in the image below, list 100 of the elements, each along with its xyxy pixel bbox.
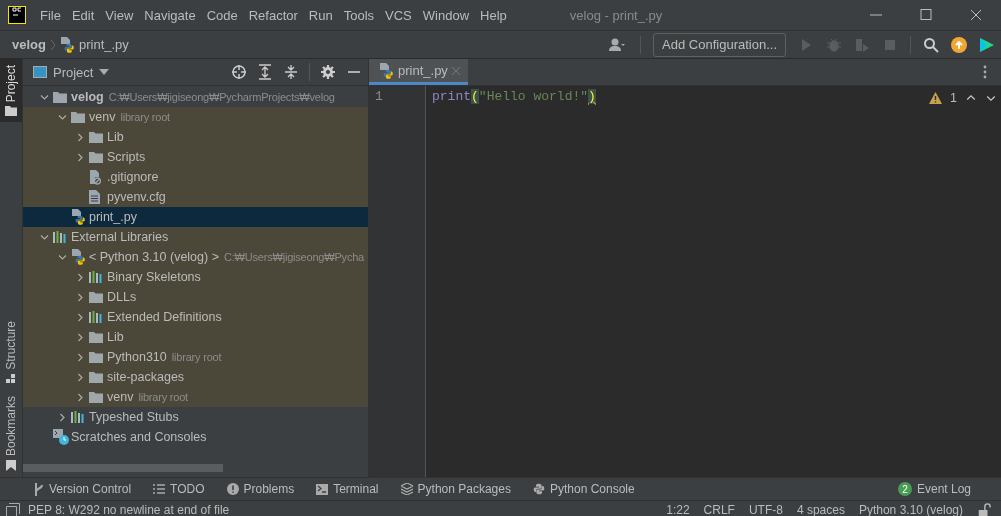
tree-item[interactable]: pyvenv.cfg [23, 187, 368, 207]
chevron-icon[interactable] [75, 392, 85, 402]
menu-item[interactable]: Navigate [140, 7, 200, 23]
chevron-icon[interactable] [57, 412, 67, 422]
warning-count[interactable]: 1 [950, 91, 957, 105]
tree-item[interactable]: < Python 3.10 (velog) > C:₩Users₩jigiseong₩Pycha [23, 247, 368, 267]
structure-icon [6, 373, 16, 384]
ignored-file-icon [89, 169, 101, 185]
chevron-icon[interactable] [39, 232, 49, 242]
tree-item[interactable]: External Libraries [23, 227, 368, 247]
collapse-all-icon[interactable] [283, 64, 299, 80]
item-label: Lib [107, 130, 124, 144]
warning-icon[interactable] [929, 92, 943, 104]
chevron-icon[interactable] [57, 252, 67, 262]
tree-item[interactable]: print_.py [23, 207, 368, 227]
menu-item[interactable]: Window [418, 7, 474, 23]
item-label: pyvenv.cfg [107, 190, 166, 204]
panel-toggle-icon[interactable] [6, 503, 20, 516]
panel-title[interactable]: Project [53, 64, 94, 80]
tool-window-button[interactable]: Python Packages [400, 482, 511, 496]
folder-icon [89, 151, 103, 163]
breadcrumb-separator-icon [49, 38, 56, 51]
status-item[interactable]: Python 3.10 (velog) [858, 503, 963, 516]
menu-item[interactable]: File [36, 7, 65, 23]
dropdown-caret-icon[interactable] [99, 69, 110, 75]
status-item[interactable]: UTF-8 [748, 503, 783, 516]
status-item[interactable]: CRLF [703, 503, 735, 516]
tree-item[interactable]: .gitignore [23, 167, 368, 187]
menu-item[interactable]: Edit [67, 7, 99, 23]
tree-item[interactable]: Binary Skeletons [23, 267, 368, 287]
layers-icon [400, 483, 413, 495]
tool-window-button[interactable]: Problems [226, 482, 295, 496]
tree-item[interactable]: Scratches and Consoles [23, 427, 368, 447]
item-label: Scripts [107, 150, 146, 164]
side-tab[interactable]: Bookmarks [0, 389, 22, 477]
add-configuration-button[interactable]: Add Configuration... [653, 32, 786, 57]
folder-icon [89, 371, 103, 383]
update-icon[interactable] [951, 36, 967, 53]
breadcrumb-item[interactable]: velog [12, 37, 46, 52]
chevron-icon[interactable] [75, 292, 85, 302]
search-icon[interactable] [923, 36, 939, 53]
status-item[interactable]: 1:22 [666, 503, 690, 516]
close-icon[interactable] [968, 7, 984, 23]
tool-window-button[interactable]: Version Control [34, 482, 132, 496]
side-tab[interactable]: Structure [0, 315, 22, 390]
tree-item[interactable]: Lib [23, 327, 368, 347]
exclamation-icon [226, 483, 239, 495]
scrollbar-thumb[interactable] [23, 464, 223, 472]
toolbox-logo-icon[interactable] [979, 36, 995, 53]
tool-window-button[interactable]: TODO [153, 482, 205, 496]
menu-item[interactable]: Refactor [244, 7, 302, 23]
tree-item[interactable]: Typeshed Stubs [23, 407, 368, 427]
tree-item[interactable]: Python310 library root [23, 347, 368, 367]
bookmark-icon [6, 460, 16, 471]
item-label: venv [107, 390, 134, 404]
menu-item[interactable]: Tools [339, 7, 379, 23]
item-label: venv [89, 110, 116, 124]
tool-window-button[interactable]: Python Console [532, 482, 635, 496]
tree-item[interactable]: venv library root [23, 387, 368, 407]
folder-icon [89, 351, 103, 363]
menu-item[interactable]: View [101, 7, 138, 23]
chevron-icon[interactable] [75, 352, 85, 362]
chevron-icon[interactable] [75, 152, 85, 162]
folder-icon [5, 106, 17, 117]
item-label: External Libraries [71, 230, 169, 244]
chevron-icon[interactable] [39, 92, 49, 102]
tool-window-button[interactable]: Terminal [316, 482, 379, 496]
menu-item[interactable]: Code [202, 7, 242, 23]
branch-icon [34, 482, 44, 496]
chevron-icon[interactable] [75, 312, 85, 322]
chevron-icon[interactable] [75, 132, 85, 142]
tree-item[interactable]: Scripts [23, 147, 368, 167]
tree-item[interactable]: DLLs [23, 287, 368, 307]
tree-item[interactable]: Extended Definitions [23, 307, 368, 327]
crosshair-icon[interactable] [231, 64, 247, 80]
lock-icon[interactable] [977, 503, 991, 516]
chevron-icon[interactable] [75, 272, 85, 282]
chevron-icon[interactable] [57, 112, 67, 122]
chevron-icon[interactable] [75, 332, 85, 342]
folder-icon [71, 111, 85, 123]
event-log-button[interactable]: 2 Event Log [897, 482, 971, 496]
tree-item[interactable]: velog C:₩Users₩jigiseong₩PycharmProjects₩velog [23, 87, 368, 107]
breadcrumb-item[interactable]: print_.py [59, 36, 129, 53]
side-tab[interactable]: Project [0, 59, 22, 123]
chevron-icon[interactable] [75, 372, 85, 382]
tree-item[interactable]: site-packages [23, 367, 368, 387]
item-hint: library root [171, 351, 222, 363]
settings-icon[interactable] [320, 64, 336, 80]
status-item[interactable]: 4 spaces [796, 503, 845, 516]
tree-item[interactable]: venv library root [23, 107, 368, 127]
item-label: DLLs [107, 290, 137, 304]
maximize-icon[interactable] [918, 7, 934, 23]
editor-tab[interactable]: print_.py [369, 59, 468, 85]
menu-item[interactable]: Run [304, 7, 337, 23]
item-label: Scratches and Consoles [71, 430, 207, 444]
python-file-icon [379, 62, 394, 79]
menu-item[interactable]: VCS [381, 7, 416, 23]
expand-all-icon[interactable] [257, 64, 273, 80]
menu-item[interactable]: Help [476, 7, 511, 23]
tree-item[interactable]: Lib [23, 127, 368, 147]
